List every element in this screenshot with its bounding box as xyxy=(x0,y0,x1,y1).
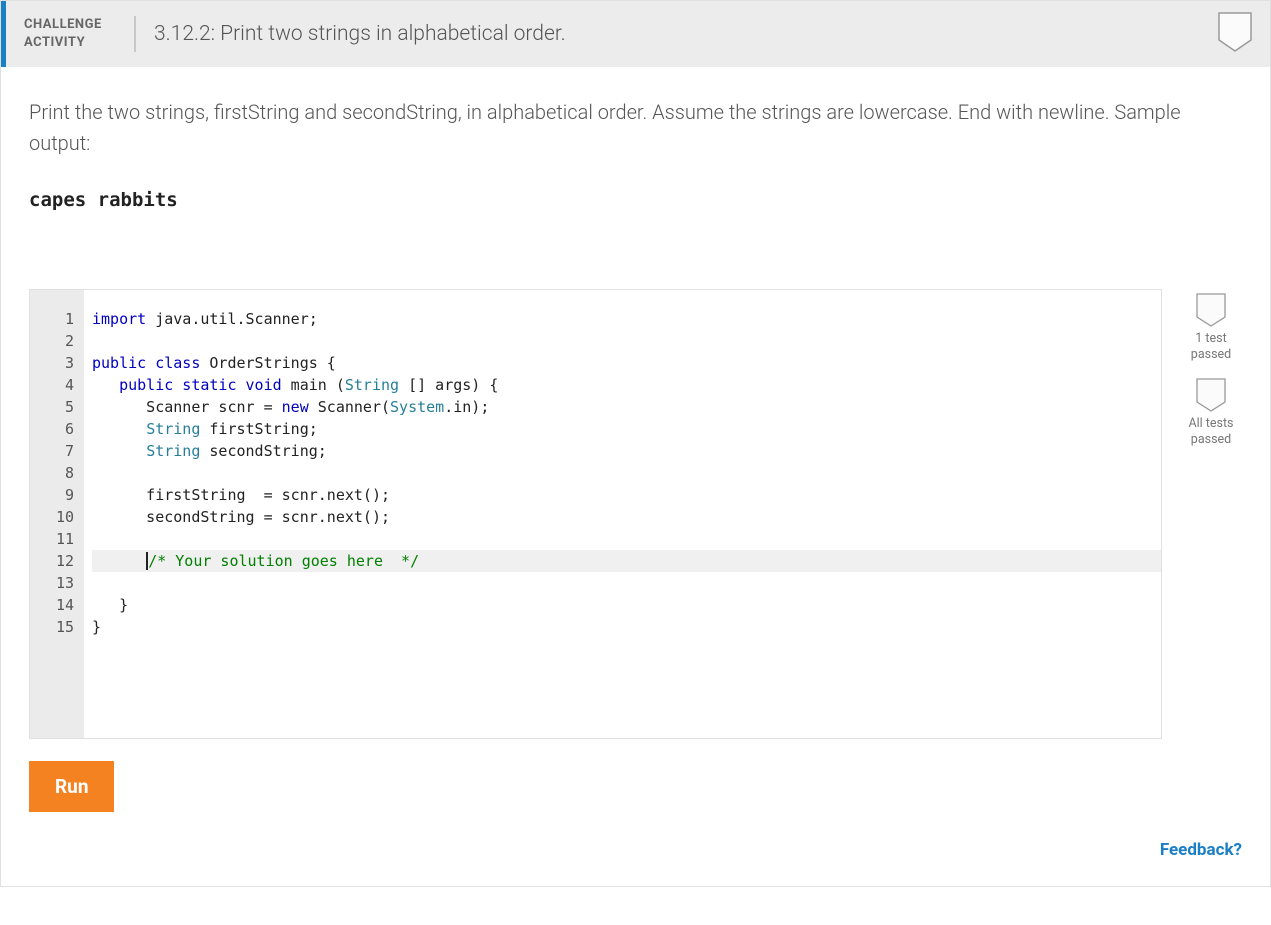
line-number: 15 xyxy=(30,616,74,638)
text-cursor xyxy=(146,552,148,570)
result-2-text: All tests passed xyxy=(1180,416,1242,449)
result-1-text: 1 test passed xyxy=(1180,331,1242,364)
challenge-container: CHALLENGE ACTIVITY 3.12.2: Print two str… xyxy=(0,0,1271,887)
code-line[interactable]: } xyxy=(92,616,1161,638)
instructions-text: Print the two strings, firstString and s… xyxy=(29,97,1209,159)
line-number: 11 xyxy=(30,528,74,550)
code-line[interactable]: String secondString; xyxy=(92,440,1161,462)
line-number: 8 xyxy=(30,462,74,484)
code-line[interactable]: firstString = scnr.next(); xyxy=(92,484,1161,506)
code-line[interactable]: public class OrderStrings { xyxy=(92,352,1161,374)
line-number: 6 xyxy=(30,418,74,440)
code-line[interactable]: public static void main (String [] args)… xyxy=(92,374,1161,396)
challenge-label-line2: ACTIVITY xyxy=(24,35,85,50)
run-row: Run xyxy=(29,761,1242,812)
challenge-label-line1: CHALLENGE xyxy=(24,17,102,32)
line-number: 7 xyxy=(30,440,74,462)
challenge-activity-label: CHALLENGE ACTIVITY xyxy=(6,16,136,52)
feedback-row: Feedback? xyxy=(29,840,1242,860)
code-line[interactable]: /* Your solution goes here */ xyxy=(92,550,1161,572)
line-number: 4 xyxy=(30,374,74,396)
code-editor[interactable]: 123456789101112131415 import java.util.S… xyxy=(29,289,1162,739)
line-number: 9 xyxy=(30,484,74,506)
shield-icon xyxy=(1196,378,1226,412)
line-number: 3 xyxy=(30,352,74,374)
work-area: 123456789101112131415 import java.util.S… xyxy=(29,289,1242,739)
code-body[interactable]: import java.util.Scanner; public class Or… xyxy=(84,290,1161,738)
sample-output: capes rabbits xyxy=(29,189,1242,211)
line-number: 14 xyxy=(30,594,74,616)
feedback-link[interactable]: Feedback? xyxy=(1160,840,1242,860)
line-number: 13 xyxy=(30,572,74,594)
line-number: 12 xyxy=(30,550,74,572)
code-line[interactable] xyxy=(92,462,1161,484)
challenge-title: 3.12.2: Print two strings in alphabetica… xyxy=(136,22,1218,46)
code-line[interactable] xyxy=(92,528,1161,550)
content-area: Print the two strings, firstString and s… xyxy=(1,67,1270,886)
line-number-gutter: 123456789101112131415 xyxy=(30,290,84,738)
challenge-header: CHALLENGE ACTIVITY 3.12.2: Print two str… xyxy=(1,1,1270,67)
line-number: 10 xyxy=(30,506,74,528)
code-line[interactable]: String firstString; xyxy=(92,418,1161,440)
line-number: 1 xyxy=(30,308,74,330)
code-line[interactable]: secondString = scnr.next(); xyxy=(92,506,1161,528)
results-column: 1 test passed All tests passed xyxy=(1180,289,1242,739)
code-line[interactable]: Scanner scnr = new Scanner(System.in); xyxy=(92,396,1161,418)
code-line[interactable]: } xyxy=(92,594,1161,616)
code-line[interactable]: import java.util.Scanner; xyxy=(92,308,1161,330)
line-number: 5 xyxy=(30,396,74,418)
run-button[interactable]: Run xyxy=(29,761,114,812)
code-line[interactable] xyxy=(92,330,1161,352)
shield-icon xyxy=(1196,293,1226,327)
line-number: 2 xyxy=(30,330,74,352)
header-shield-icon xyxy=(1218,12,1252,56)
code-line[interactable] xyxy=(92,572,1161,594)
